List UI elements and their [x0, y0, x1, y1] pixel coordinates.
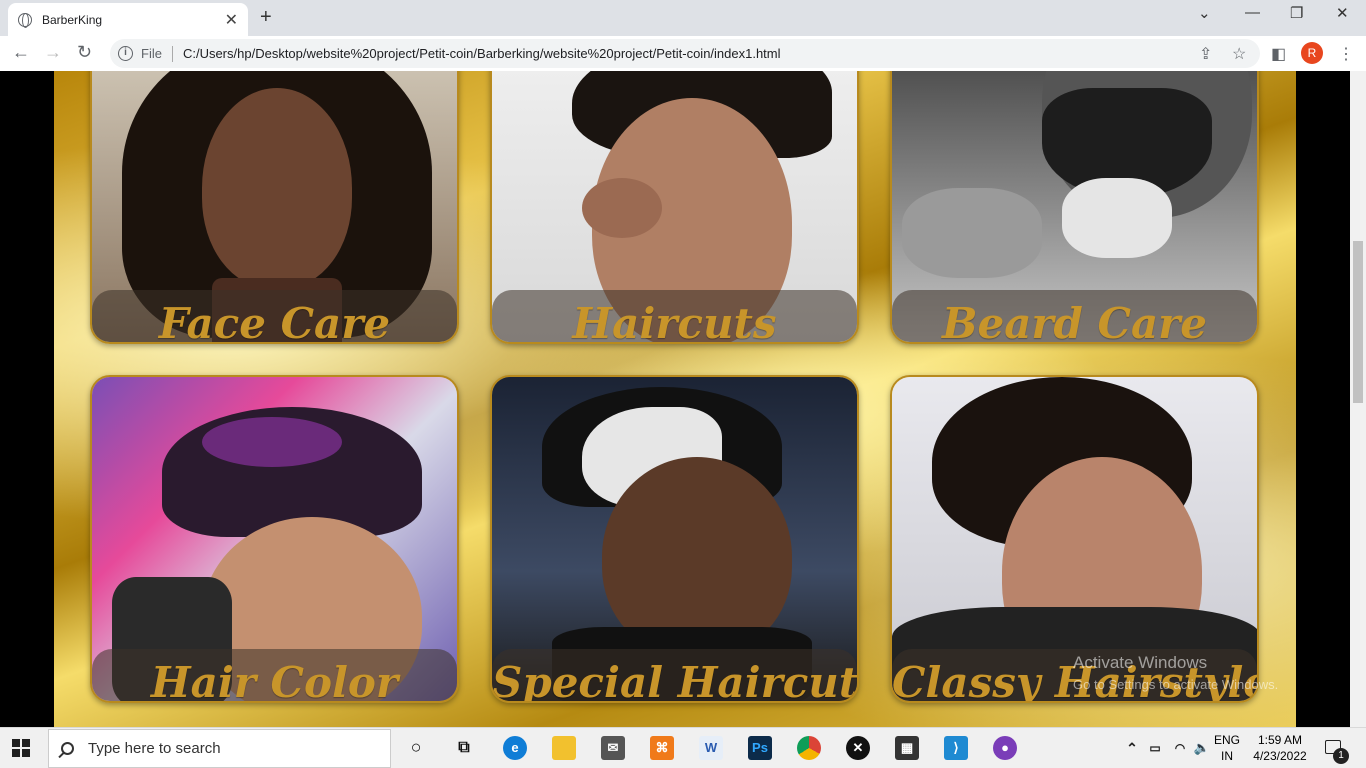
- address-bar[interactable]: i File C:/Users/hp/Desktop/website%20pro…: [110, 39, 1260, 68]
- profile-avatar[interactable]: R: [1301, 42, 1323, 64]
- page-viewport: Face Care Haircuts Beard Care Hair Color…: [0, 71, 1366, 727]
- cortana-icon[interactable]: ○: [404, 736, 428, 760]
- new-tab-button[interactable]: +: [260, 6, 272, 29]
- service-title: Special Haircuts: [492, 658, 859, 703]
- browser-toolbar: ← → ↻ i File C:/Users/hp/Desktop/website…: [0, 36, 1366, 71]
- browser-titlebar: BarberKing ✕ + ⌄ — ❐ ✕ ← → ↻ i File C:/U…: [0, 0, 1366, 71]
- file-explorer-icon[interactable]: [552, 736, 576, 760]
- taskbar-search-box[interactable]: Type here to search: [48, 729, 391, 768]
- service-card-beard-care[interactable]: Beard Care: [890, 71, 1259, 344]
- taskbar-clock[interactable]: 1:59 AM 4/23/2022: [1250, 732, 1310, 764]
- forward-icon[interactable]: →: [44, 42, 62, 63]
- search-placeholder: Type here to search: [88, 740, 221, 757]
- close-window-button[interactable]: ✕: [1336, 4, 1349, 22]
- menu-kebab-icon[interactable]: ⋮: [1338, 44, 1354, 64]
- vscode-icon[interactable]: ⟩: [944, 736, 968, 760]
- tab-title: BarberKing: [42, 12, 103, 27]
- mail-icon[interactable]: ✉: [601, 736, 625, 760]
- service-card-special-haircuts[interactable]: Special Haircuts: [490, 375, 859, 703]
- word-icon[interactable]: W: [699, 736, 723, 760]
- minimize-button[interactable]: —: [1245, 4, 1260, 21]
- address-separator: [171, 45, 173, 62]
- gold-background: Face Care Haircuts Beard Care Hair Color…: [54, 71, 1296, 727]
- task-view-icon[interactable]: ⧉: [452, 736, 476, 760]
- xbox-icon[interactable]: ✕: [846, 736, 870, 760]
- side-panel-icon[interactable]: ◧: [1271, 44, 1286, 64]
- wifi-icon[interactable]: ◠: [1168, 736, 1192, 760]
- watermark-subtitle: Go to Settings to activate Windows.: [1073, 677, 1279, 692]
- search-icon: [61, 742, 74, 755]
- github-desktop-icon[interactable]: ●: [993, 736, 1017, 760]
- battery-icon[interactable]: ▭: [1143, 736, 1167, 760]
- photoshop-icon[interactable]: Ps: [748, 736, 772, 760]
- clock-date: 4/23/2022: [1253, 749, 1307, 763]
- service-card-haircuts[interactable]: Haircuts: [490, 71, 859, 344]
- restore-button[interactable]: ❐: [1290, 4, 1303, 22]
- service-card-face-care[interactable]: Face Care: [90, 71, 459, 344]
- windows-start-icon[interactable]: [12, 739, 30, 757]
- globe-icon: [18, 12, 32, 28]
- edge-icon[interactable]: e: [503, 736, 527, 760]
- language-code: ENG: [1214, 733, 1241, 747]
- notification-count-badge: 1: [1333, 748, 1349, 764]
- xampp-icon[interactable]: ⌘: [650, 736, 674, 760]
- tab-search-icon[interactable]: ⌄: [1198, 4, 1211, 22]
- page-scrollbar[interactable]: [1350, 71, 1366, 727]
- microsoft-store-icon[interactable]: ▦: [895, 736, 919, 760]
- windows-taskbar: Type here to search ○ ⧉ e ✉ ⌘ W Ps ✕ ▦ ⟩…: [0, 727, 1366, 768]
- service-card-hair-color[interactable]: Hair Color: [90, 375, 459, 703]
- scrollbar-thumb[interactable]: [1353, 241, 1363, 403]
- language-region: IN: [1221, 749, 1233, 763]
- browser-tab[interactable]: BarberKing ✕: [8, 3, 248, 36]
- clock-time: 1:59 AM: [1257, 733, 1303, 747]
- service-title: Hair Color: [150, 658, 399, 703]
- bookmark-star-icon[interactable]: ☆: [1232, 44, 1246, 64]
- service-title: Beard Care: [941, 299, 1208, 344]
- volume-icon[interactable]: 🔈: [1190, 736, 1214, 760]
- close-tab-icon[interactable]: ✕: [225, 10, 238, 30]
- info-icon[interactable]: i: [118, 46, 133, 61]
- reload-icon[interactable]: ↻: [77, 42, 92, 63]
- service-title: Face Care: [158, 299, 391, 344]
- share-icon[interactable]: ⇪: [1199, 44, 1212, 64]
- language-indicator[interactable]: ENG IN: [1214, 732, 1240, 764]
- chrome-icon[interactable]: [797, 736, 821, 760]
- service-title: Haircuts: [572, 299, 777, 344]
- address-scheme-label: File: [141, 46, 162, 61]
- back-icon[interactable]: ←: [12, 42, 30, 63]
- activate-windows-watermark: Activate Windows Go to Settings to activ…: [1073, 652, 1278, 696]
- watermark-title: Activate Windows: [1073, 653, 1208, 672]
- tray-overflow-icon[interactable]: ⌃: [1120, 736, 1144, 760]
- url-text[interactable]: C:/Users/hp/Desktop/website%20project/Pe…: [183, 46, 781, 61]
